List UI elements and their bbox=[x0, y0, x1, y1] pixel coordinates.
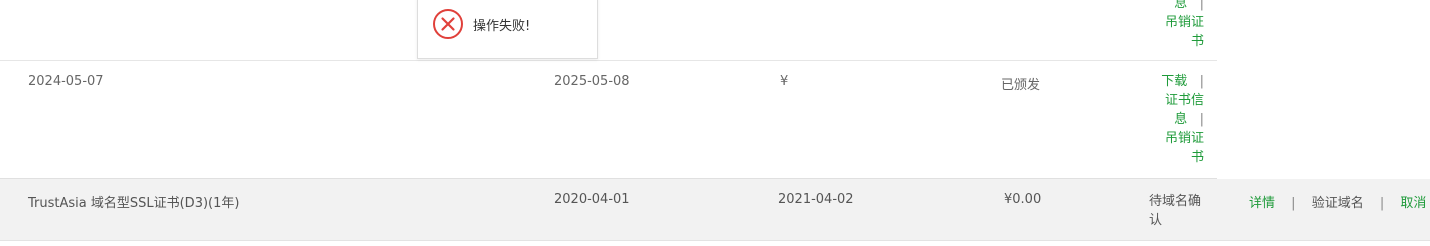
table-row: 2024-05-07 2025-05-08 ¥ 已颁发 下载 | 证书信 息 |… bbox=[0, 61, 1217, 179]
error-toast: 操作失败! bbox=[417, 0, 598, 59]
separator: | bbox=[1379, 196, 1385, 211]
toast-message: 操作失败! bbox=[473, 19, 531, 34]
detail-link[interactable]: 详情 bbox=[1249, 196, 1275, 211]
revoke-cert-link[interactable]: 吊销证 bbox=[1150, 129, 1204, 148]
price: ¥0.00 bbox=[1004, 192, 1042, 207]
revoke-cert-link[interactable]: 吊销证 bbox=[1150, 13, 1204, 32]
end-date: 2021-04-02 bbox=[778, 192, 854, 207]
status-line: 待域名确 bbox=[1149, 194, 1202, 209]
status: 已颁发 bbox=[1001, 78, 1041, 93]
cert-info-link[interactable]: 证书信 bbox=[1150, 91, 1204, 110]
status: 待域名确 认 bbox=[1149, 192, 1201, 230]
start-date: 2024-05-07 bbox=[28, 74, 104, 89]
separator: | bbox=[1199, 0, 1204, 11]
table-row: TrustAsia 域名型SSL证书(D3)(1年) 2020-04-01 20… bbox=[0, 179, 1430, 241]
revoke-cert-link-cont[interactable]: 书 bbox=[1150, 32, 1204, 51]
start-date: 2020-04-01 bbox=[554, 192, 630, 207]
revoke-cert-link-cont[interactable]: 书 bbox=[1150, 148, 1204, 167]
status-line: 认 bbox=[1149, 213, 1163, 228]
row-actions: 详情 | 验证域名 | 取消 bbox=[1249, 192, 1426, 211]
separator: | bbox=[1199, 112, 1204, 127]
error-circle-x-icon bbox=[433, 9, 463, 39]
product-name: TrustAsia 域名型SSL证书(D3)(1年) bbox=[28, 196, 240, 211]
separator: | bbox=[1291, 196, 1296, 211]
separator: | bbox=[1199, 74, 1204, 89]
end-date: 2025-05-08 bbox=[554, 74, 630, 89]
download-link[interactable]: 下载 bbox=[1161, 74, 1187, 89]
row-actions: 息 | 吊销证 书 bbox=[1150, 0, 1204, 51]
cert-info-link-cont[interactable]: 息 bbox=[1174, 112, 1187, 127]
verify-domain-link[interactable]: 验证域名 bbox=[1312, 196, 1364, 211]
row-actions: 下载 | 证书信 息 | 吊销证 书 bbox=[1150, 72, 1204, 167]
cert-info-link[interactable]: 息 bbox=[1174, 0, 1187, 11]
table-row: 息 | 吊销证 书 bbox=[0, 0, 1217, 61]
cancel-link[interactable]: 取消 bbox=[1400, 196, 1426, 211]
price: ¥ bbox=[780, 74, 789, 89]
